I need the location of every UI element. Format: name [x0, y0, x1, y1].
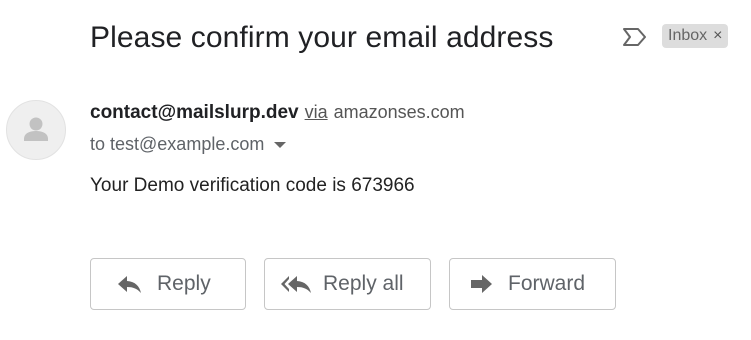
forward-icon [470, 274, 494, 294]
via-link[interactable]: via [305, 102, 328, 123]
via-domain: amazonses.com [333, 102, 465, 122]
remove-label-close-icon[interactable]: × [713, 27, 722, 45]
subject-row: Please confirm your email address [90, 16, 554, 60]
forward-button[interactable]: Forward [449, 258, 616, 310]
label-text: Inbox [668, 27, 708, 44]
message-actions: Reply Reply all Forward [90, 258, 616, 310]
person-avatar-icon [24, 117, 48, 141]
email-subject: Please confirm your email address [90, 21, 554, 54]
reply-all-icon [281, 274, 313, 294]
recipient-row: to test@example.com [90, 134, 287, 155]
to-label: to [90, 134, 106, 154]
inbox-label-chip: Inbox × [662, 24, 729, 48]
reply-icon [117, 274, 143, 294]
sender-email: contact@mailslurp.dev [90, 102, 299, 123]
reply-button[interactable]: Reply [90, 258, 246, 310]
reply-all-label: Reply all [323, 272, 404, 295]
reply-label: Reply [157, 272, 211, 295]
show-details-chevron-down-icon[interactable] [274, 141, 287, 148]
sender-row: contact@mailslurp.dev via amazonses.com [90, 102, 465, 124]
importance-marker-icon[interactable] [622, 27, 648, 47]
sender-avatar [6, 100, 66, 160]
reply-all-button[interactable]: Reply all [264, 258, 431, 310]
recipient-email: test@example.com [110, 134, 265, 154]
forward-label: Forward [508, 272, 586, 295]
email-view: Please confirm your email address Inbox … [0, 0, 751, 340]
email-body: Your Demo verification code is 673966 [90, 175, 415, 196]
